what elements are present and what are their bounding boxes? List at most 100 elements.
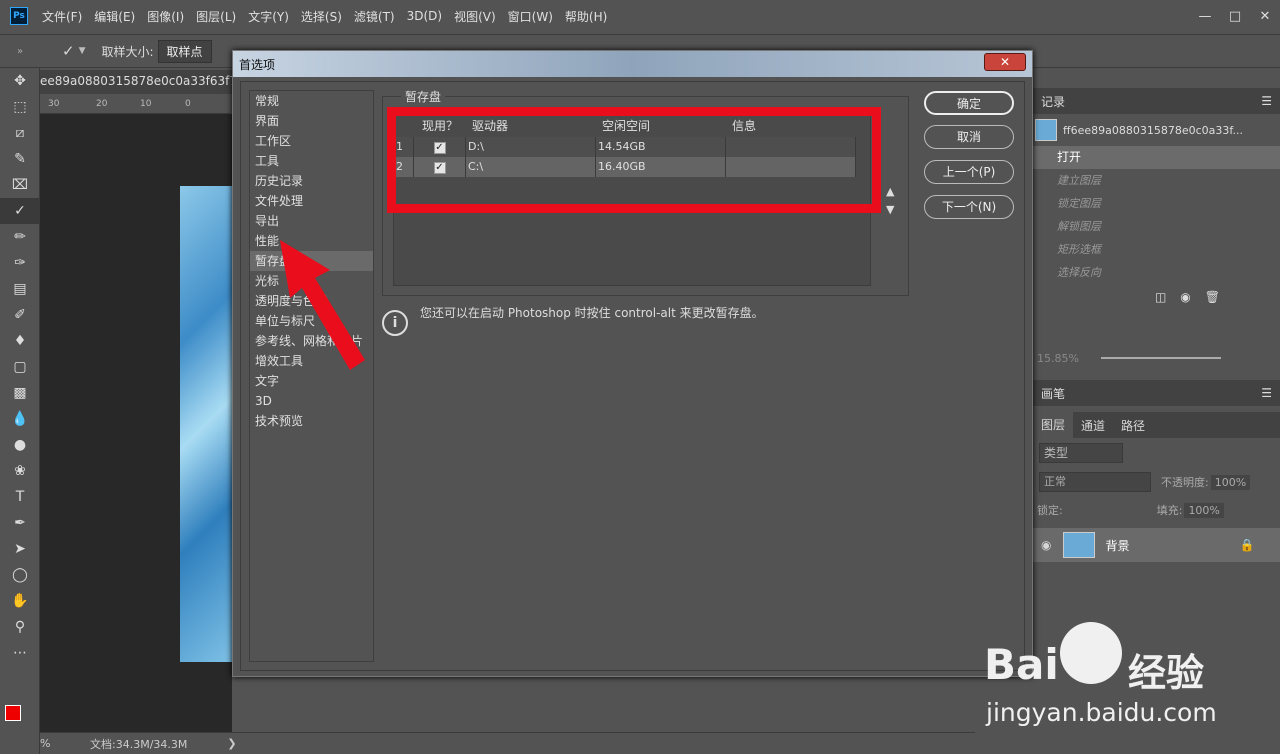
snapshot-thumbnail [1035,119,1057,141]
move-down-icon[interactable]: ▼ [886,203,894,216]
history-item[interactable]: 打开 [1033,146,1280,169]
category-item[interactable]: 文件处理 [250,191,373,211]
clone-stamp-icon[interactable]: ▤ [0,276,40,302]
eraser-icon[interactable]: ▢ [0,354,40,380]
history-item[interactable]: 矩形选框 [1033,238,1280,261]
menu-edit[interactable]: 编辑(E) [88,8,141,25]
move-up-icon[interactable]: ▲ [886,185,894,198]
camera-icon[interactable]: ◉ [1180,290,1190,304]
navigator-zoom[interactable]: 15.85% [1037,352,1079,365]
menu-image[interactable]: 图像(I) [141,8,190,25]
ruler-label: 30 [48,99,60,109]
dodge-tool-icon[interactable]: ● [0,432,40,458]
category-item[interactable]: 历史记录 [250,171,373,191]
gradient-tool-icon[interactable]: ▩ [0,380,40,406]
close-dialog-icon[interactable]: ✕ [984,53,1026,71]
hand-tool-icon[interactable]: ✋ [0,588,40,614]
layer-name[interactable]: 背景 [1105,537,1129,554]
zoom-readout[interactable]: % [40,737,58,750]
lasso-tool-icon[interactable]: ⧄ [0,120,40,146]
path-select-icon[interactable]: ➤ [0,536,40,562]
group-title: 暂存盘 [401,88,446,105]
healing-brush-icon[interactable]: ✏ [0,224,40,250]
navigator-slider[interactable] [1100,357,1221,359]
history-brush-icon[interactable]: ✐ [0,302,40,328]
history-item[interactable]: 选择反向 [1033,261,1280,284]
tools-panel: ✥ ⬚ ⧄ ✎ ⌧ ✓ ✏ ✑ ▤ ✐ ♦ ▢ ▩ 💧 ● ❀ T ✒ ➤ ◯ … [0,68,40,754]
history-item[interactable]: 锁定图层 [1033,192,1280,215]
move-tool-icon[interactable]: ✥ [0,68,40,94]
menu-layer[interactable]: 图层(L) [190,8,242,25]
lock-label: 锁定: [1037,504,1063,517]
minimize-icon[interactable]: — [1190,9,1220,24]
category-item[interactable]: 导出 [250,211,373,231]
sample-size-label: 取样大小: [101,44,154,59]
opacity-field[interactable]: 100% [1210,474,1251,490]
sponge-tool-icon[interactable]: ❀ [0,458,40,484]
category-item[interactable]: 工具 [250,151,373,171]
chevron-down-icon[interactable]: ▼ [79,46,86,56]
tab-layers[interactable]: 图层 [1033,412,1074,438]
lock-icon[interactable]: 🔒 [1240,538,1255,552]
sample-size-select[interactable]: 取样点 [157,39,212,63]
menu-help[interactable]: 帮助(H) [559,8,613,25]
menu-window[interactable]: 窗口(W) [502,8,559,25]
eye-icon[interactable]: ◉ [1041,538,1051,552]
layer-filter-select[interactable]: 类型 [1039,443,1123,463]
tab-channels[interactable]: 通道 [1073,417,1113,434]
next-button[interactable]: 下一个(N) [924,195,1014,219]
crop-tool-icon[interactable]: ⌧ [0,172,40,198]
ok-button[interactable]: 确定 [924,91,1014,115]
brush-tool-icon[interactable]: ✑ [0,250,40,276]
highlight-box [387,107,881,213]
eyedropper-tool-icon[interactable]: ✓ [0,198,40,224]
tab-paths[interactable]: 路径 [1113,417,1153,434]
more-tools-icon[interactable]: ⋯ [0,640,40,666]
opacity-label: 不透明度: [1161,476,1209,489]
panel-menu-icon[interactable]: ☰ [1261,386,1272,400]
menu-type[interactable]: 文字(Y) [242,8,295,25]
close-window-icon[interactable]: ✕ [1250,9,1280,24]
new-document-icon[interactable]: ◫ [1155,290,1166,304]
chevron-right-icon[interactable]: ❯ [227,737,236,750]
foreground-color-swatch[interactable] [5,705,21,721]
category-item[interactable]: 界面 [250,111,373,131]
history-item[interactable]: 解锁图层 [1033,215,1280,238]
paw-logo-icon [1060,622,1122,684]
trash-icon[interactable]: 🗑 [1205,290,1220,304]
menu-select[interactable]: 选择(S) [295,8,348,25]
category-item[interactable]: 技术预览 [250,411,373,431]
expand-icon[interactable]: » [0,46,40,57]
zoom-tool-icon[interactable]: ⚲ [0,614,40,640]
ellipse-tool-icon[interactable]: ◯ [0,562,40,588]
history-item[interactable]: 建立图层 [1033,169,1280,192]
type-tool-icon[interactable]: T [0,484,40,510]
info-row: i 您还可以在启动 Photoshop 时按住 control-alt 来更改暂… [382,304,982,336]
fill-label: 填充: [1156,504,1183,517]
stamp-icon[interactable]: ♦ [0,328,40,354]
quick-select-tool-icon[interactable]: ✎ [0,146,40,172]
eyedropper-icon[interactable]: ✓ [62,42,75,60]
fill-field[interactable]: 100% [1184,502,1224,518]
ruler-label: 0 [185,99,191,109]
menu-3d[interactable]: 3D(D) [401,9,448,23]
blur-tool-icon[interactable]: 💧 [0,406,40,432]
category-item[interactable]: 常规 [250,91,373,111]
menu-file[interactable]: 文件(F) [36,8,88,25]
history-panel-title[interactable]: 记录 [1041,93,1065,110]
menu-bar: Ps 文件(F) 编辑(E) 图像(I) 图层(L) 文字(Y) 选择(S) 滤… [0,0,1280,32]
cancel-button[interactable]: 取消 [924,125,1014,149]
maximize-icon[interactable]: □ [1220,9,1250,24]
menu-filter[interactable]: 滤镜(T) [348,8,401,25]
brush-panel-title[interactable]: 画笔 [1041,385,1065,402]
category-item[interactable]: 工作区 [250,131,373,151]
previous-button[interactable]: 上一个(P) [924,160,1014,184]
history-snapshot[interactable]: ff6ee89a0880315878e0c0a33f... [1063,124,1243,137]
marquee-tool-icon[interactable]: ⬚ [0,94,40,120]
category-item[interactable]: 3D [250,391,373,411]
menu-view[interactable]: 视图(V) [448,8,502,25]
blend-mode-select[interactable]: 正常 [1039,472,1151,492]
pen-tool-icon[interactable]: ✒ [0,510,40,536]
panel-menu-icon[interactable]: ☰ [1261,94,1272,108]
dialog-title[interactable]: 首选项 [233,51,1032,77]
